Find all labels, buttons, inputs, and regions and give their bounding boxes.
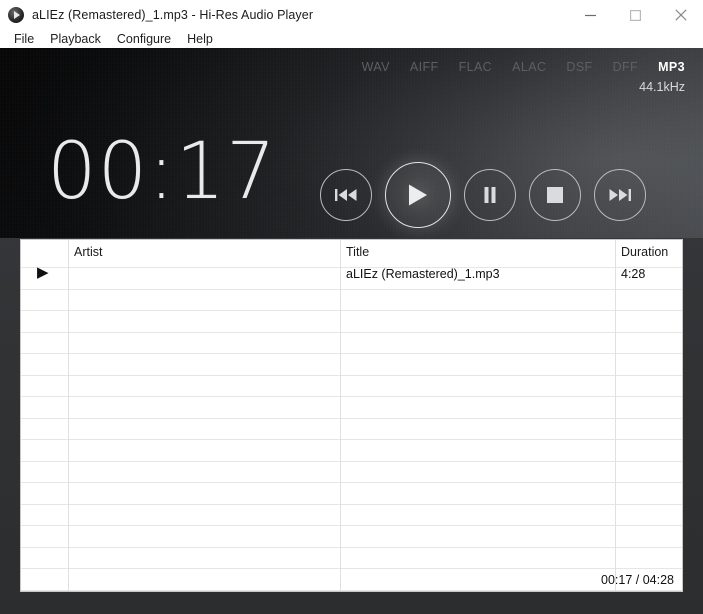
format-wav[interactable]: WAV (362, 60, 390, 74)
column-header-duration[interactable]: Duration (621, 245, 668, 259)
format-alac[interactable]: ALAC (512, 60, 546, 74)
maximize-button[interactable] (613, 0, 658, 30)
playlist-column-gridlines (21, 240, 682, 591)
menu-item-file[interactable]: File (6, 30, 42, 48)
menu-item-help[interactable]: Help (179, 30, 221, 48)
playlist-table[interactable]: Artist Title Duration ▶ aLIEz (Remastere… (20, 239, 683, 592)
maximize-icon (630, 9, 641, 21)
play-button[interactable] (385, 162, 451, 228)
close-button[interactable] (658, 0, 703, 30)
cell-title: aLIEz (Remastered)_1.mp3 (346, 267, 500, 281)
minimize-button[interactable] (568, 0, 613, 30)
format-indicator-strip: WAV AIFF FLAC ALAC DSF DFF MP3 (362, 60, 685, 74)
audio-disc-icon (8, 7, 24, 23)
stop-icon (547, 187, 563, 203)
next-button[interactable] (594, 169, 646, 221)
format-dsf[interactable]: DSF (566, 60, 592, 74)
previous-button[interactable] (320, 169, 372, 221)
stop-button[interactable] (529, 169, 581, 221)
next-icon (609, 189, 631, 201)
format-aiff[interactable]: AIFF (410, 60, 439, 74)
title-bar: aLIEz (Remastered)_1.mp3 - Hi-Res Audio … (0, 0, 703, 30)
column-header-title[interactable]: Title (346, 245, 369, 259)
transport-controls (320, 162, 646, 228)
now-playing-marker-icon: ▶ (37, 264, 49, 281)
minimize-icon (585, 14, 596, 16)
play-icon (409, 184, 427, 206)
elapsed-time-display: 00:17 (47, 127, 277, 217)
pause-button[interactable] (464, 169, 516, 221)
playback-status-time: 00:17 / 04:28 (601, 573, 674, 587)
previous-icon (335, 189, 357, 201)
window-controls (568, 0, 703, 30)
menu-item-configure[interactable]: Configure (109, 30, 179, 48)
audio-player-window: aLIEz (Remastered)_1.mp3 - Hi-Res Audio … (0, 0, 703, 614)
format-dff[interactable]: DFF (613, 60, 639, 74)
player-panel: WAV AIFF FLAC ALAC DSF DFF MP3 44.1kHz 0… (0, 48, 703, 238)
sample-rate-label: 44.1kHz (639, 80, 685, 94)
menu-bar: File Playback Configure Help (0, 30, 703, 48)
format-mp3[interactable]: MP3 (658, 60, 685, 74)
playlist-header-row: Artist Title Duration (21, 240, 682, 267)
pause-icon (484, 187, 496, 203)
menu-item-playback[interactable]: Playback (42, 30, 109, 48)
window-title: aLIEz (Remastered)_1.mp3 - Hi-Res Audio … (32, 8, 314, 22)
cell-duration: 4:28 (621, 267, 646, 281)
format-flac[interactable]: FLAC (459, 60, 493, 74)
column-header-artist[interactable]: Artist (74, 245, 102, 259)
close-icon (674, 9, 687, 21)
